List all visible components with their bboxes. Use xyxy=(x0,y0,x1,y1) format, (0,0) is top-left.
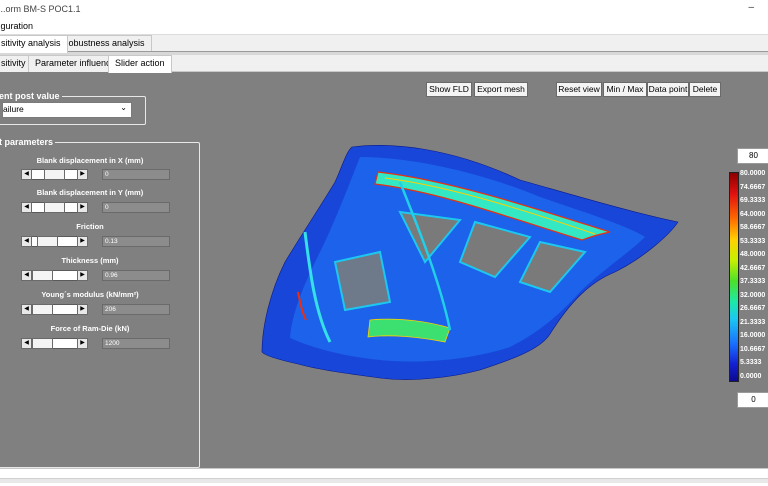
data-point-button[interactable]: Data point xyxy=(647,82,689,97)
sub-tabs: sitivity Parameter influences Slider act… xyxy=(0,55,768,73)
colorbar-tick-label: 26.6667 xyxy=(740,305,766,312)
colorbar-tick-label: 5.3333 xyxy=(740,359,762,366)
min-max-button[interactable]: Min / Max xyxy=(603,82,647,97)
param-label-friction: Friction xyxy=(76,222,104,231)
value-blank-x: 0 xyxy=(102,169,170,180)
colorbar-tick-label: 80.0000 xyxy=(740,170,766,177)
param-label-ram-die-force: Force of Ram-Die (kN) xyxy=(50,324,130,333)
post-value-select[interactable]: ailure ⌄ xyxy=(2,102,132,118)
main-tabs: sitivity analysis Robustness analysis xyxy=(0,35,768,53)
slider-friction[interactable]: ◀ ▶ xyxy=(21,236,88,247)
colorbar-tick-label: 37.3333 xyxy=(740,278,766,285)
slider-thumb[interactable] xyxy=(44,169,66,180)
slider-thumb[interactable] xyxy=(31,304,53,315)
delete-button[interactable]: Delete xyxy=(689,82,721,97)
arrow-right-icon[interactable]: ▶ xyxy=(77,338,88,349)
menu-bar: figuration xyxy=(0,18,768,35)
colorbar-tick-label: 21.3333 xyxy=(740,318,766,326)
arrow-right-icon[interactable]: ▶ xyxy=(77,270,88,281)
arrow-right-icon[interactable]: ▶ xyxy=(77,236,88,247)
post-value-selected: ailure xyxy=(3,104,24,114)
fem-mesh-render[interactable] xyxy=(250,142,690,392)
show-fld-button[interactable]: Show FLD xyxy=(426,82,472,97)
value-blank-y: 0 xyxy=(102,202,170,213)
param-label-blank-y: Blank displacement in Y (mm) xyxy=(36,188,144,197)
slider-youngs-modulus[interactable]: ◀ ▶ xyxy=(21,304,88,315)
arrow-left-icon[interactable]: ◀ xyxy=(21,304,32,315)
export-mesh-button[interactable]: Export mesh xyxy=(474,82,528,97)
arrow-right-icon[interactable]: ▶ xyxy=(77,202,88,213)
slider-ram-die-force[interactable]: ◀ ▶ xyxy=(21,338,88,349)
arrow-right-icon[interactable]: ▶ xyxy=(77,304,88,315)
colorbar-min-input[interactable]: 0 xyxy=(737,392,768,408)
menu-configuration[interactable]: figuration xyxy=(0,21,33,31)
arrow-right-icon[interactable]: ▶ xyxy=(77,169,88,180)
viewport-panel: Show FLD Export mesh Reset view Min / Ma… xyxy=(0,72,768,468)
arrow-left-icon[interactable]: ◀ xyxy=(21,338,32,349)
slider-thickness[interactable]: ◀ ▶ xyxy=(21,270,88,281)
tab-sensitivity-analysis[interactable]: sitivity analysis xyxy=(0,35,68,53)
colorbar-tick-label: 58.6667 xyxy=(740,224,766,231)
slider-thumb[interactable] xyxy=(31,270,53,281)
tab-robustness-analysis[interactable]: Robustness analysis xyxy=(55,35,152,52)
colorbar-tick-label: 10.6667 xyxy=(740,345,766,353)
arrow-left-icon[interactable]: ◀ xyxy=(21,202,32,213)
colorbar xyxy=(729,172,739,382)
slider-blank-y[interactable]: ◀ ▶ xyxy=(21,202,88,213)
slider-blank-x[interactable]: ◀ ▶ xyxy=(21,169,88,180)
colorbar-tick-label: 0.0000 xyxy=(740,372,762,380)
colorbar-tick-label: 64.0000 xyxy=(740,210,766,218)
reset-view-button[interactable]: Reset view xyxy=(556,82,602,97)
horizontal-scrollbar[interactable] xyxy=(0,478,768,483)
colorbar-max-input[interactable]: 80 xyxy=(737,148,768,164)
slider-thumb[interactable] xyxy=(36,236,58,247)
arrow-left-icon[interactable]: ◀ xyxy=(21,236,32,247)
colorbar-tick-label: 42.6667 xyxy=(740,264,766,272)
colorbar-tick-label: 48.0000 xyxy=(740,251,766,258)
param-label-blank-x: Blank displacement in X (mm) xyxy=(36,156,144,165)
slider-thumb[interactable] xyxy=(31,338,53,349)
tab-slider-action[interactable]: Slider action xyxy=(108,55,172,73)
title-bar: ...orm BM-S POC1.1 – xyxy=(0,0,768,18)
colorbar-tick-label: 74.6667 xyxy=(740,183,766,191)
param-label-thickness: Thickness (mm) xyxy=(61,256,119,265)
colorbar-tick-label: 53.3333 xyxy=(740,237,766,245)
arrow-left-icon[interactable]: ◀ xyxy=(21,169,32,180)
post-value-group-label: ent post value xyxy=(0,91,62,101)
value-ram-die-force: 1200 xyxy=(102,338,170,349)
param-label-youngs-modulus: Young´s modulus (kN/mm²) xyxy=(41,290,139,299)
status-area xyxy=(0,468,768,486)
slider-thumb[interactable] xyxy=(44,202,66,213)
hood-cutout-4 xyxy=(333,250,392,312)
window-title: ...orm BM-S POC1.1 xyxy=(0,4,81,14)
colorbar-tick-label: 32.0000 xyxy=(740,291,766,299)
minimize-button[interactable]: – xyxy=(748,2,754,13)
colorbar-tick-label: 69.3333 xyxy=(740,197,766,204)
value-friction: 0.13 xyxy=(102,236,170,247)
colorbar-tick-label: 16.0000 xyxy=(740,332,766,339)
parameters-group-label: t parameters xyxy=(0,137,56,147)
chevron-down-icon: ⌄ xyxy=(120,103,127,112)
value-thickness: 0.96 xyxy=(102,270,170,281)
value-youngs-modulus: 206 xyxy=(102,304,170,315)
arrow-left-icon[interactable]: ◀ xyxy=(21,270,32,281)
